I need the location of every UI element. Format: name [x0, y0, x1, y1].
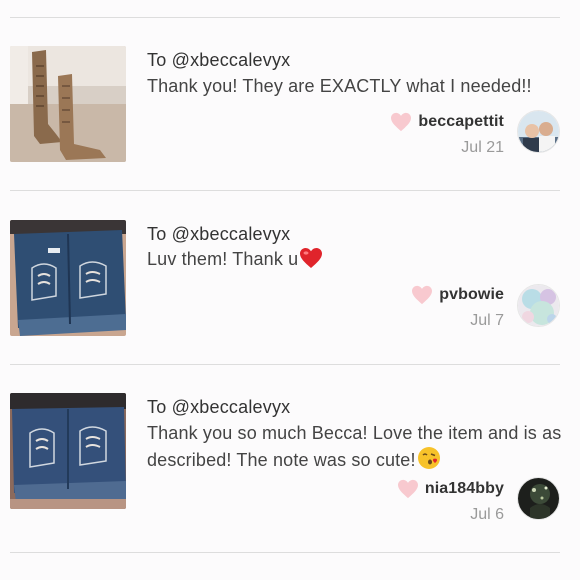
- recipient-line: To @xbeccalevyx: [147, 50, 290, 71]
- red-heart-emoji: [299, 247, 323, 276]
- message-text: Luv them! Thank u: [147, 249, 299, 269]
- reviewer-username[interactable]: nia184bby: [425, 480, 504, 498]
- recipient-handle[interactable]: @xbeccalevyx: [172, 397, 291, 417]
- message-text: Thank you so much Becca! Love the item a…: [147, 423, 562, 470]
- divider-top: [10, 17, 560, 18]
- review-message: Thank you so much Becca! Love the item a…: [147, 420, 562, 477]
- user-avatar[interactable]: [517, 284, 560, 327]
- review-message: Luv them! Thank u: [147, 246, 562, 276]
- to-prefix: To: [147, 50, 172, 70]
- recipient-line: To @xbeccalevyx: [147, 397, 290, 418]
- heart-icon[interactable]: [411, 285, 433, 305]
- shorts-photo[interactable]: [10, 393, 126, 509]
- reviewer-username[interactable]: beccapettit: [418, 113, 504, 131]
- review-date: Jul 21: [461, 139, 504, 156]
- boots-photo[interactable]: [10, 46, 126, 162]
- review-date: Jul 7: [470, 312, 504, 329]
- kiss-face-emoji: [417, 446, 441, 477]
- to-prefix: To: [147, 397, 172, 417]
- review-message: Thank you! They are EXACTLY what I neede…: [147, 73, 562, 99]
- user-avatar[interactable]: [517, 477, 560, 520]
- heart-icon[interactable]: [397, 479, 419, 499]
- recipient-line: To @xbeccalevyx: [147, 224, 290, 245]
- divider-1: [10, 190, 560, 191]
- to-prefix: To: [147, 224, 172, 244]
- divider-2: [10, 364, 560, 365]
- heart-icon[interactable]: [390, 112, 412, 132]
- review-meta: nia184bby Jul 6: [397, 478, 504, 524]
- review-meta: beccapettit Jul 21: [390, 111, 504, 157]
- user-avatar[interactable]: [517, 110, 560, 153]
- review-date: Jul 6: [470, 506, 504, 523]
- divider-bottom: [10, 552, 560, 553]
- recipient-handle[interactable]: @xbeccalevyx: [172, 50, 291, 70]
- reviewer-username[interactable]: pvbowie: [439, 286, 504, 304]
- message-text: Thank you! They are EXACTLY what I neede…: [147, 76, 532, 96]
- shorts-photo[interactable]: [10, 220, 126, 336]
- review-meta: pvbowie Jul 7: [411, 284, 504, 330]
- recipient-handle[interactable]: @xbeccalevyx: [172, 224, 291, 244]
